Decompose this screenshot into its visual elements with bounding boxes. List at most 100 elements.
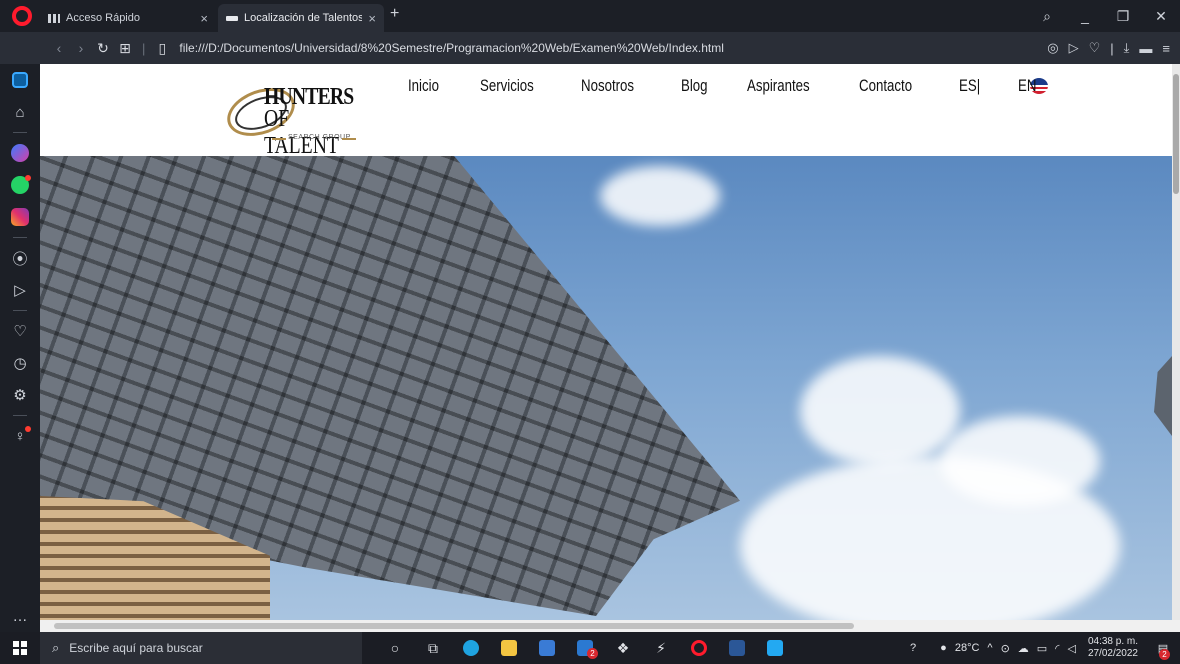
taskbar-apps: ○ ⧉ 2 ❖ ⚡: [376, 632, 794, 664]
volume-icon[interactable]: ◁: [1067, 642, 1075, 655]
horizontal-scrollbar[interactable]: [40, 620, 1180, 632]
menu-item-aspirantes[interactable]: Aspirantes: [747, 76, 810, 96]
battery-icon[interactable]: ▬: [1139, 41, 1152, 56]
menu-item-en[interactable]: EN: [1018, 76, 1036, 96]
restore-icon[interactable]: ❐: [1104, 0, 1142, 32]
settings-sidebar-item[interactable]: ⚙: [0, 379, 40, 411]
close-tab-icon[interactable]: ×: [200, 11, 208, 26]
windows-logo-icon: [13, 641, 27, 655]
opera-taskbar-icon[interactable]: [680, 632, 718, 664]
menu-item-inicio[interactable]: Inicio: [408, 76, 439, 96]
speed-dial-sidebar-item[interactable]: [0, 64, 40, 96]
vertical-scrollbar[interactable]: [1172, 64, 1180, 620]
url-field[interactable]: file:///D:/Documentos/Universidad/8%20Se…: [179, 41, 723, 55]
help-icon[interactable]: ?: [910, 642, 916, 654]
building-edge: [1154, 356, 1172, 436]
weather-temperature[interactable]: 28°C: [955, 642, 980, 654]
clock-time: 04:38 p. m.: [1087, 636, 1138, 647]
clock-date: 27/02/2022: [1087, 648, 1138, 659]
page-favicon-icon: [226, 15, 238, 21]
store-icon[interactable]: [528, 632, 566, 664]
divider: |: [142, 40, 146, 56]
vscode-icon[interactable]: [756, 632, 794, 664]
tab-acceso-rapido[interactable]: Acceso Rápido ×: [40, 4, 216, 32]
tips-sidebar-item[interactable]: ♀: [0, 420, 40, 452]
menu-item-es[interactable]: ES|: [959, 76, 980, 96]
divider: [13, 132, 27, 133]
heart-icon: ♡: [13, 323, 27, 340]
history-sidebar-item[interactable]: ◷: [0, 347, 40, 379]
player-sidebar-item[interactable]: ⦿: [0, 242, 40, 274]
play-circle-icon: ⦿: [12, 250, 28, 268]
clock[interactable]: 04:38 p. m. 27/02/2022: [1088, 636, 1138, 660]
scrollbar-thumb[interactable]: [1173, 74, 1179, 194]
search-icon: ⌕: [52, 640, 60, 655]
snapshot-icon[interactable]: ◎: [1047, 40, 1058, 56]
menu-item-contacto[interactable]: Contacto: [859, 76, 912, 96]
mail-icon[interactable]: 2: [566, 632, 604, 664]
home-square-icon: [12, 72, 28, 88]
tab-title: Acceso Rápido: [66, 12, 140, 24]
menu-item-servicios[interactable]: Servicios: [480, 76, 534, 96]
tab-title: Localización de Talentos | N: [244, 12, 363, 24]
window-controls: ⌕ _ ❐ ✕: [1028, 0, 1180, 32]
speed-dial-icon: [48, 13, 60, 23]
more-sidebar-item[interactable]: …: [0, 600, 40, 632]
gear-icon: ⚙: [13, 387, 27, 404]
cloud-icon[interactable]: ☁: [1018, 642, 1029, 655]
tab-localizacion-de-talentos[interactable]: Localización de Talentos | N ×: [218, 4, 384, 32]
divider: [13, 310, 27, 311]
divider: [13, 415, 27, 416]
chevron-up-icon[interactable]: ^: [987, 642, 992, 654]
dropbox-icon[interactable]: ❖: [604, 632, 642, 664]
task-view-icon[interactable]: ⧉: [414, 632, 452, 664]
app-tray-icon[interactable]: ⊙: [1001, 642, 1010, 655]
site-header: HUNTERS OF TALENT SEARCH GROUP Inicio Se…: [40, 64, 1172, 159]
easy-setup-icon[interactable]: ≡: [1162, 41, 1170, 56]
wifi-icon[interactable]: ◜: [1055, 642, 1059, 655]
reload-icon[interactable]: ↻: [92, 40, 114, 57]
logo-rule: [272, 138, 286, 140]
notifications-badge: 2: [1159, 649, 1170, 660]
weather-icon[interactable]: ●: [940, 642, 947, 654]
messenger-sidebar-item[interactable]: [0, 137, 40, 169]
word-icon[interactable]: [718, 632, 756, 664]
whatsapp-sidebar-item[interactable]: [0, 169, 40, 201]
menu-item-blog[interactable]: Blog: [681, 76, 708, 96]
back-icon[interactable]: ‹: [48, 40, 70, 56]
opera-sidebar: ⌂ ⦿ ▷ ♡ ◷ ⚙ ♀ …: [0, 64, 40, 632]
start-button[interactable]: [0, 632, 40, 664]
download-icon[interactable]: ⤓: [1124, 40, 1130, 56]
browser-tab-bar: Acceso Rápido × Localización de Talentos…: [0, 0, 1180, 32]
close-tab-icon[interactable]: ×: [368, 11, 376, 26]
forward-icon[interactable]: ›: [70, 40, 92, 56]
hunters-of-talent-logo[interactable]: HUNTERS OF TALENT SEARCH GROUP: [220, 76, 386, 159]
battery-icon[interactable]: ▭: [1037, 642, 1047, 655]
edge-icon[interactable]: [452, 632, 490, 664]
home-sidebar-item[interactable]: ⌂: [0, 96, 40, 128]
minimize-icon[interactable]: _: [1066, 0, 1104, 32]
cloud: [940, 416, 1100, 506]
scrollbar-thumb[interactable]: [54, 623, 854, 629]
send-sidebar-item[interactable]: ▷: [0, 274, 40, 306]
home-icon: ⌂: [15, 103, 25, 121]
instagram-sidebar-item[interactable]: [0, 201, 40, 233]
cortana-icon[interactable]: ○: [376, 632, 414, 664]
search-placeholder: Escribe aquí para buscar: [69, 641, 203, 655]
tabs-grid-icon[interactable]: ⊞: [114, 40, 136, 57]
taskbar-search[interactable]: ⌕ Escribe aquí para buscar: [40, 632, 362, 664]
bookmarks-sidebar-item[interactable]: ♡: [0, 315, 40, 347]
menu-item-nosotros[interactable]: Nosotros: [581, 76, 634, 96]
send-icon[interactable]: ▷: [1069, 40, 1079, 56]
app-icon[interactable]: ⚡: [642, 632, 680, 664]
lightbulb-icon: ♀: [14, 427, 26, 445]
notifications-icon[interactable]: ▤2: [1150, 632, 1176, 664]
new-tab-button[interactable]: +: [390, 5, 399, 23]
heart-icon[interactable]: ♡: [1089, 40, 1101, 56]
close-window-icon[interactable]: ✕: [1142, 0, 1180, 32]
file-explorer-icon[interactable]: [490, 632, 528, 664]
divider: |: [1110, 40, 1114, 56]
search-tabs-icon[interactable]: ⌕: [1028, 0, 1066, 32]
instagram-icon: [11, 208, 29, 226]
opera-logo-icon[interactable]: [12, 6, 32, 26]
